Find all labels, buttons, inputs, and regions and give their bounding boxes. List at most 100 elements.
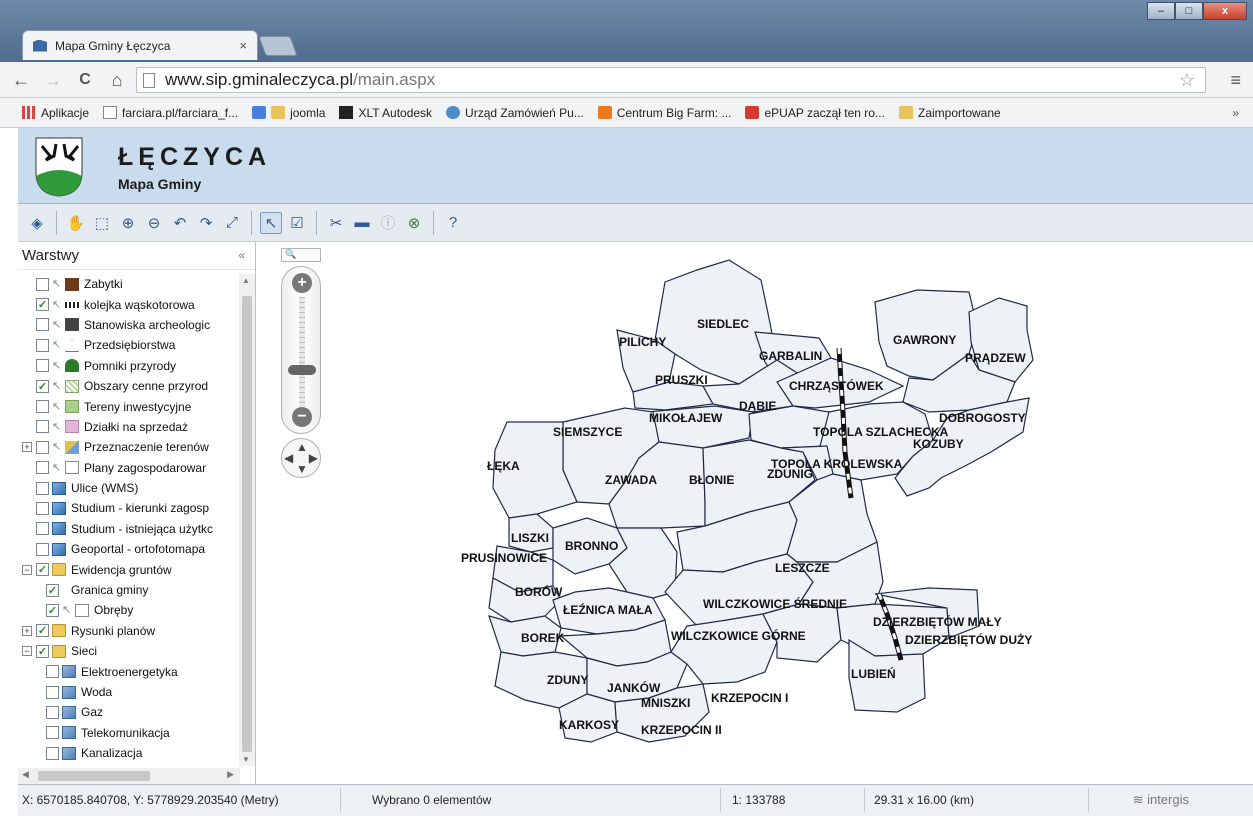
select-arrow-icon[interactable]: ↖ (260, 211, 282, 234)
zoom-slider[interactable]: + − (281, 266, 321, 434)
minimize-button[interactable]: – (1147, 2, 1175, 20)
address-bar[interactable]: www.sip.gminaleczyca.pl/main.aspx ☆ (136, 67, 1206, 93)
back-icon[interactable]: ← (10, 69, 32, 91)
layer-row[interactable]: ✓ ↖ Obręby (18, 600, 240, 620)
browser-menu-icon[interactable]: ≡ (1230, 70, 1241, 91)
layer-checkbox[interactable]: ✓ (36, 298, 49, 312)
search-map-icon[interactable]: ⊗ (403, 212, 425, 234)
layer-row[interactable]: ✓ ↖ Obszary cenne przyrod (18, 376, 240, 396)
layer-row[interactable]: Woda (18, 682, 240, 702)
layer-row[interactable]: ✓ Granica gminy (18, 580, 240, 600)
scrollbar-thumb[interactable] (242, 296, 252, 752)
layer-checkbox[interactable] (36, 440, 49, 454)
layer-checkbox[interactable] (36, 338, 49, 352)
selectable-arrow-icon[interactable]: ↖ (52, 380, 62, 392)
layer-row[interactable]: − ✓ Sieci (18, 641, 240, 661)
layer-row[interactable]: Telekomunikacja (18, 723, 240, 743)
full-extent-icon[interactable]: ⤢ (221, 212, 243, 234)
selectable-arrow-icon[interactable]: ↖ (52, 421, 62, 433)
municipality-map[interactable]: SIEDLEC PILICHY GARBALIN GAWRONY PRĄDZEW PRUS… (257, 242, 1253, 784)
collapse-icon[interactable]: − (22, 646, 32, 657)
bookmarks-more-icon[interactable]: » (1232, 106, 1239, 120)
pan-up-icon[interactable]: ▲ (296, 440, 308, 454)
map-canvas[interactable]: SIEDLEC PILICHY GARBALIN GAWRONY PRĄDZEW PRUS… (257, 242, 1253, 784)
layer-checkbox[interactable]: ✓ (36, 644, 49, 658)
layer-checkbox[interactable]: ✓ (36, 624, 49, 638)
layer-row[interactable]: + ↖ Przeznaczenie terenów (18, 437, 240, 457)
bookmark-star-icon[interactable]: ☆ (1179, 70, 1195, 91)
selectable-arrow-icon[interactable]: ↖ (52, 360, 62, 372)
tab-close-icon[interactable]: × (239, 38, 247, 53)
new-tab-button[interactable] (258, 36, 298, 56)
reload-icon[interactable]: C (74, 69, 96, 91)
layer-row[interactable]: ↖ Przedsiębiorstwa (18, 335, 240, 355)
layer-row[interactable]: Studium - istniejąca użytkc (18, 519, 240, 539)
zoom-search-icon[interactable]: 🔍 (281, 248, 321, 262)
layer-row[interactable]: Gaz (18, 702, 240, 722)
bookmark-xlt[interactable]: XLT Autodesk (339, 106, 432, 120)
pan-left-icon[interactable]: ◀ (284, 451, 293, 465)
layers-horizontal-scrollbar[interactable]: ◀ ▶ (18, 768, 240, 784)
layer-checkbox[interactable]: ✓ (46, 603, 59, 617)
layer-checkbox[interactable] (36, 522, 49, 536)
layer-checkbox[interactable] (36, 277, 49, 291)
zoom-out-button[interactable]: − (292, 407, 312, 427)
layer-row[interactable]: Elektroenergetyka (18, 661, 240, 681)
layer-checkbox[interactable] (46, 665, 59, 679)
forward-icon[interactable]: → (42, 69, 64, 91)
layer-checkbox[interactable]: ✓ (36, 563, 49, 577)
pan-down-icon[interactable]: ▼ (296, 462, 308, 476)
layer-checkbox[interactable] (36, 420, 49, 434)
expand-icon[interactable]: + (22, 442, 32, 453)
layer-checkbox[interactable] (36, 461, 49, 475)
layer-row[interactable]: + ✓ Rysunki planów (18, 621, 240, 641)
home-icon[interactable]: ⌂ (106, 69, 128, 91)
layer-checkbox[interactable]: ✓ (46, 583, 59, 597)
layer-row[interactable]: Ulice (WMS) (18, 478, 240, 498)
zoom-previous-icon[interactable]: ↶ (169, 212, 191, 234)
layer-row[interactable]: Geoportal - ortofotomapa (18, 539, 240, 559)
layer-row[interactable]: ↖ Zabytki (18, 274, 240, 294)
layer-checkbox[interactable] (46, 705, 59, 719)
scroll-left-icon[interactable]: ◀ (22, 769, 29, 780)
zoom-handle[interactable] (288, 365, 316, 375)
zoom-out-icon[interactable]: ⊖ (143, 212, 165, 234)
layer-checkbox[interactable] (36, 501, 49, 515)
layer-checkbox[interactable] (36, 359, 49, 373)
maximize-button[interactable]: □ (1175, 2, 1203, 20)
selectable-arrow-icon[interactable]: ↖ (52, 299, 62, 311)
layer-row[interactable]: Studium - kierunki zagosp (18, 498, 240, 518)
bookmark-imported[interactable]: Zaimportowane (898, 106, 1001, 120)
zoom-in-icon[interactable]: ⊕ (117, 212, 139, 234)
select-tool-icon[interactable]: ☑ (286, 212, 308, 234)
bookmark-farciara[interactable]: farciara.pl/farciara_f... (103, 106, 238, 120)
zoom-in-button[interactable]: + (292, 273, 312, 293)
zoom-next-icon[interactable]: ↷ (195, 212, 217, 234)
measure-icon[interactable]: ✂ (325, 212, 347, 234)
layer-checkbox[interactable] (36, 318, 49, 332)
layer-row[interactable]: ✓ ↖ kolejka wąskotorowa (18, 294, 240, 314)
bookmark-apps[interactable]: Aplikacje (22, 106, 89, 120)
layer-checkbox[interactable] (36, 400, 49, 414)
selectable-arrow-icon[interactable]: ↖ (52, 319, 62, 331)
expand-icon[interactable]: + (22, 625, 32, 636)
layer-row[interactable]: ↖ Plany zagospodarowar (18, 458, 240, 478)
close-window-button[interactable]: x (1203, 2, 1247, 20)
ruler-icon[interactable]: ▬ (351, 212, 373, 234)
collapse-icon[interactable]: − (22, 564, 32, 575)
layer-row[interactable]: − ✓ Ewidencja gruntów (18, 559, 240, 579)
layer-checkbox[interactable] (36, 481, 49, 495)
layer-checkbox[interactable] (46, 685, 59, 699)
zoom-track[interactable] (299, 297, 305, 407)
layer-row[interactable]: ↖ Działki na sprzedaż (18, 417, 240, 437)
layer-checkbox[interactable]: ✓ (36, 379, 49, 393)
layer-row[interactable]: Kanalizacja (18, 743, 240, 763)
layer-row[interactable]: ↖ Tereny inwestycyjne (18, 396, 240, 416)
layers-tool-icon[interactable]: ◈ (26, 212, 48, 234)
selectable-arrow-icon[interactable]: ↖ (62, 604, 72, 616)
scroll-right-icon[interactable]: ▶ (227, 769, 234, 780)
scroll-down-icon[interactable]: ▼ (242, 755, 250, 764)
scrollbar-thumb[interactable] (38, 771, 150, 781)
layer-checkbox[interactable] (36, 542, 49, 556)
collapse-panel-icon[interactable]: « (238, 248, 245, 262)
